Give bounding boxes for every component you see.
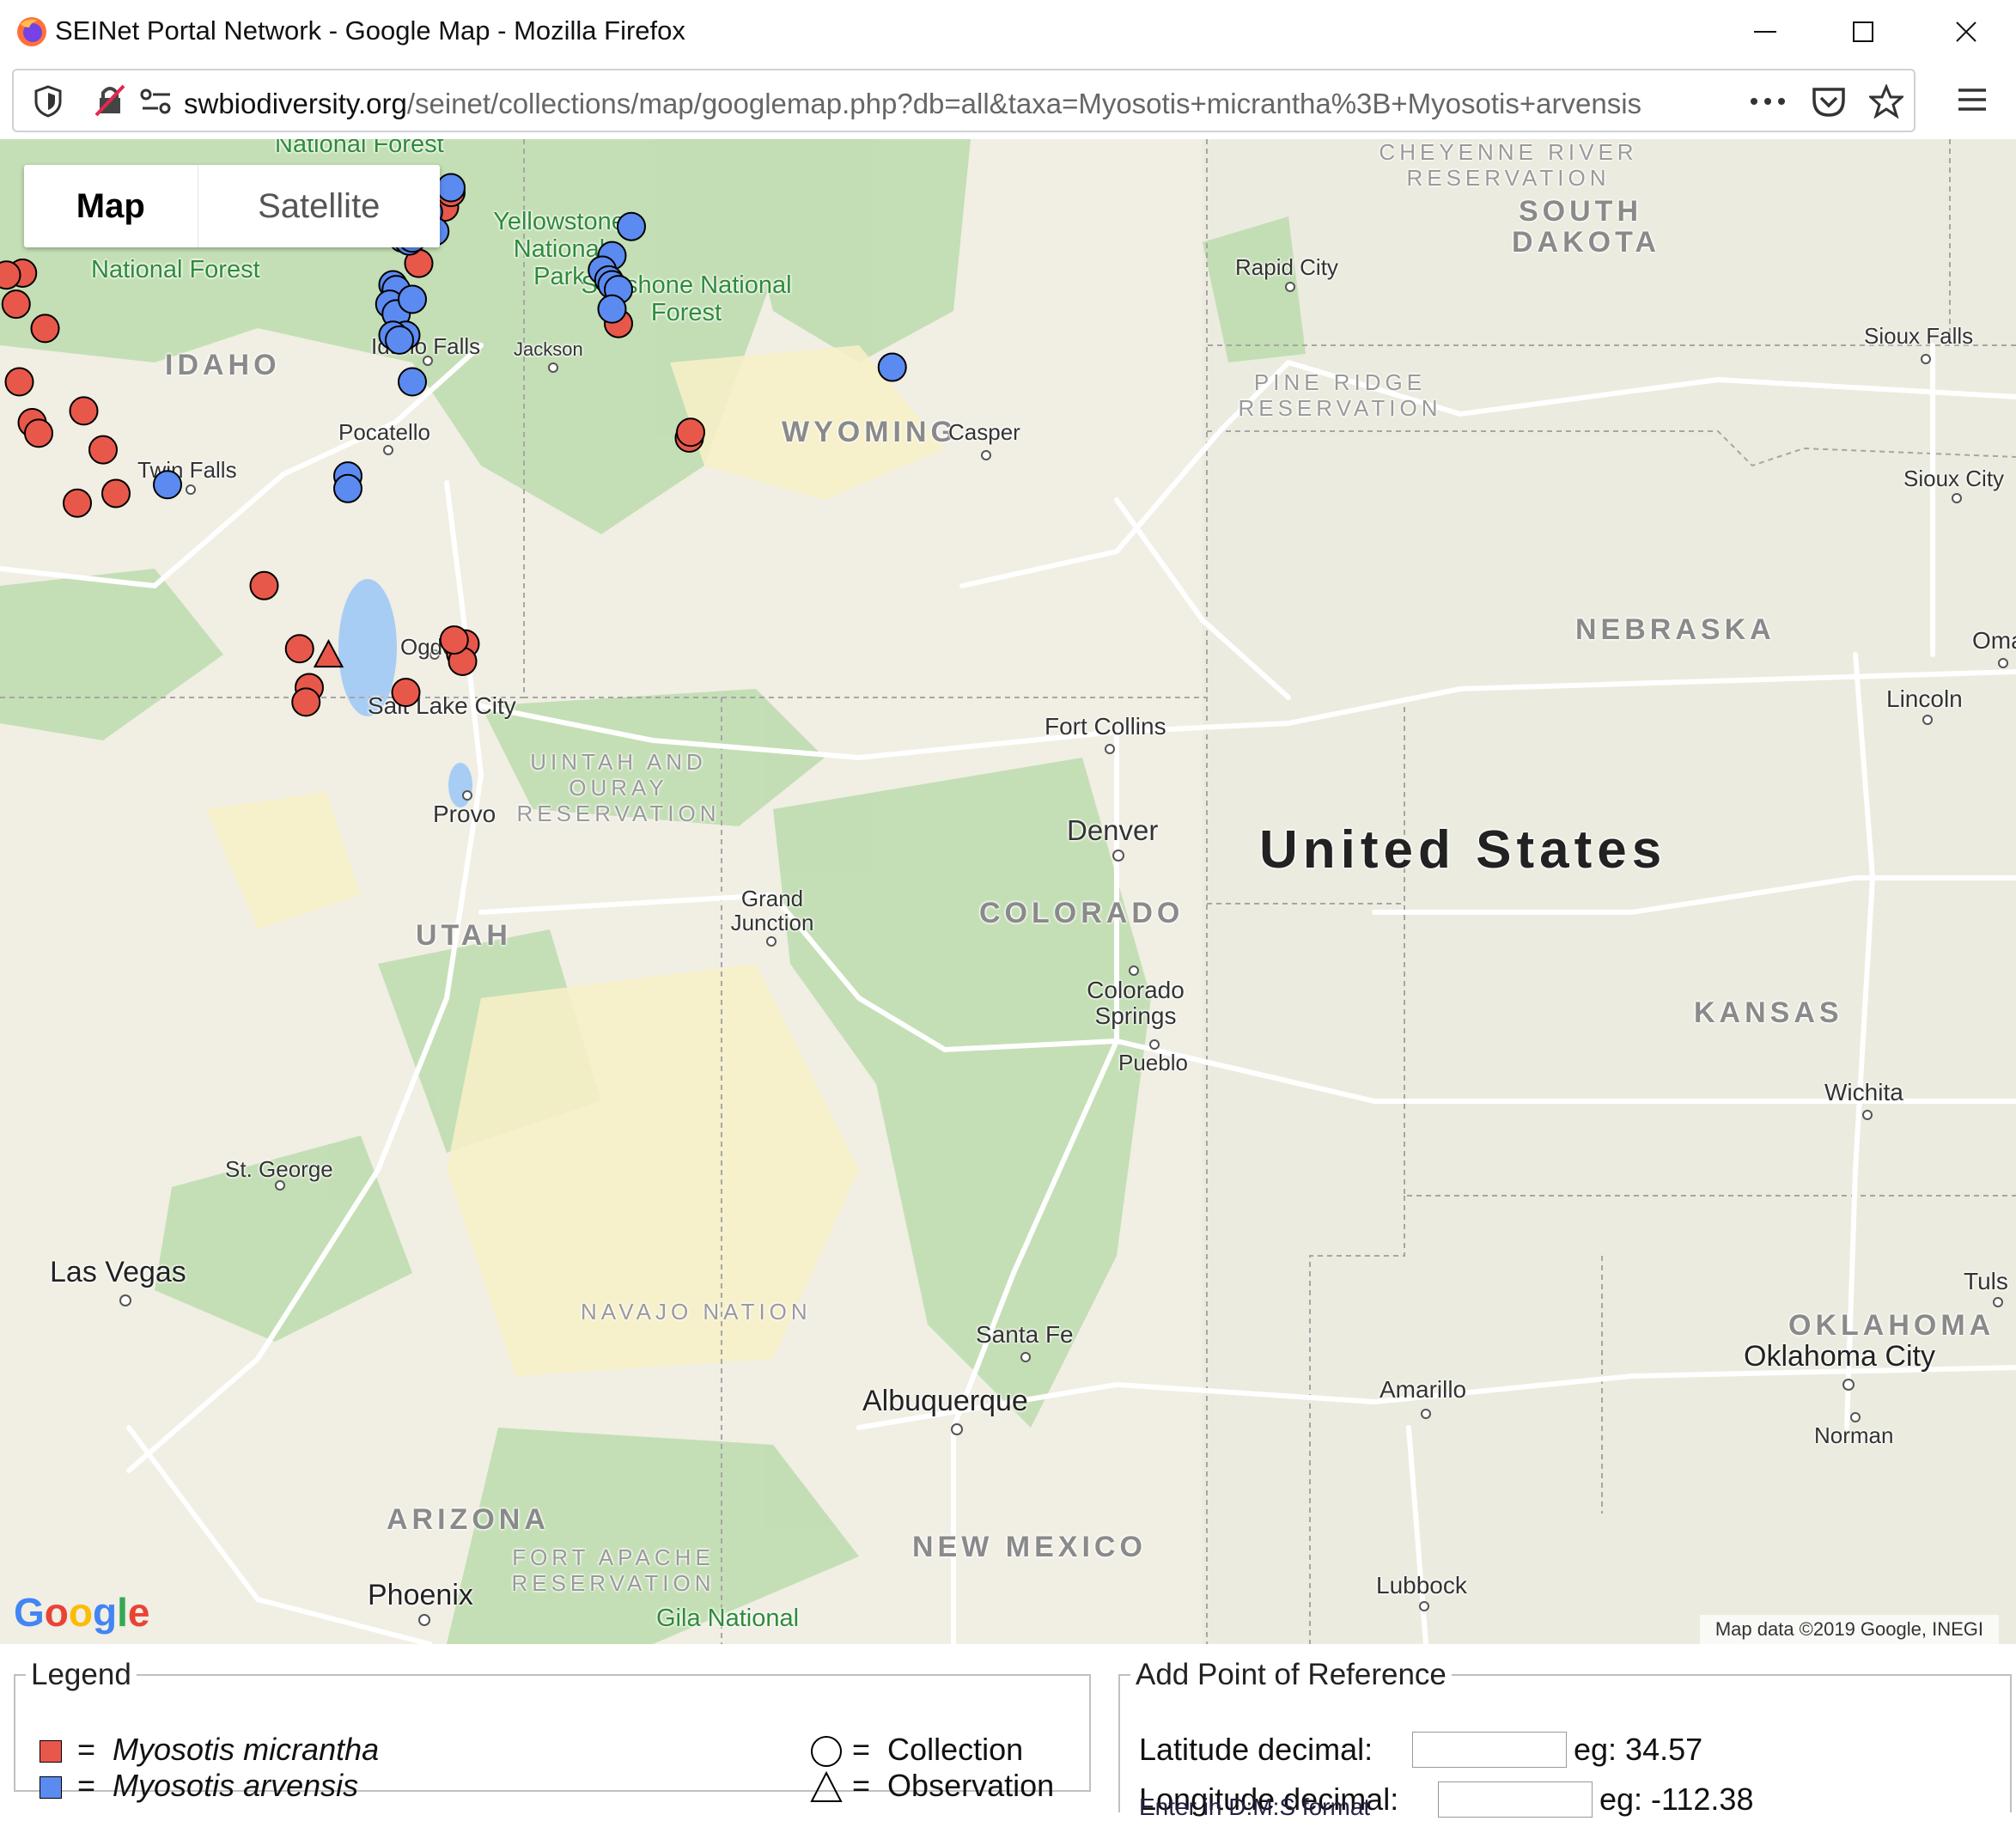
arvensis-collection-marker[interactable] — [153, 470, 182, 500]
micrantha-collection-marker[interactable] — [676, 417, 705, 448]
map-type-map-button[interactable]: Map — [24, 165, 198, 247]
arvensis-collection-marker[interactable] — [617, 211, 646, 241]
minimize-button[interactable] — [1723, 0, 1809, 64]
minimize-icon — [1754, 31, 1776, 33]
legend-eq: = — [77, 1732, 96, 1767]
map-type-satellite-button[interactable]: Satellite — [197, 165, 440, 247]
maximize-button[interactable] — [1821, 0, 1907, 64]
menu-hamburger-icon[interactable] — [1958, 88, 1986, 112]
legend-collection-label: Collection — [887, 1732, 1024, 1767]
legend-eq: = — [852, 1768, 871, 1803]
micrantha-collection-marker[interactable] — [291, 687, 321, 717]
specimen-markers — [0, 173, 907, 717]
legend-title: Legend — [31, 1658, 131, 1691]
reference-panel-title: Add Point of Reference — [1136, 1658, 1447, 1691]
legend-observation-label: Observation — [887, 1768, 1055, 1803]
url-path: /seinet/collections/map/googlemap.php?db… — [406, 88, 1642, 119]
window-titlebar: SEINet Portal Network - Google Map - Moz… — [0, 0, 2016, 64]
micrantha-collection-marker[interactable] — [69, 396, 99, 426]
arvensis-collection-marker[interactable] — [436, 173, 466, 203]
permissions-icon[interactable] — [139, 88, 174, 115]
legend-eq: = — [77, 1768, 96, 1803]
collection-circle-icon — [811, 1736, 842, 1768]
legend-arvensis-label: Myosotis arvensis — [113, 1768, 359, 1803]
legend-arvensis-row: = Myosotis arvensis — [40, 1768, 358, 1804]
micrantha-swatch — [40, 1740, 62, 1763]
arvensis-collection-marker[interactable] — [333, 473, 362, 503]
firefox-logo-icon — [17, 17, 46, 46]
legend-panel: Legend = Myosotis micrantha = Myosotis a… — [14, 1658, 1091, 1803]
legend-observation-row: = Observation — [809, 1768, 1054, 1805]
window-title: SEINet Portal Network - Google Map - Moz… — [55, 15, 685, 46]
arvensis-collection-marker[interactable] — [597, 294, 627, 324]
map-attribution: Map data ©2019 Google, INEGI — [1699, 1615, 1999, 1644]
latitude-example: eg: 34.57 — [1574, 1732, 1703, 1767]
tracking-protection-shield-icon[interactable] — [33, 84, 64, 119]
legend-collection-row: = Collection — [809, 1732, 1023, 1769]
micrantha-collection-marker[interactable] — [1, 289, 31, 320]
url-host: swbiodiversity.org — [184, 88, 407, 119]
close-window-button[interactable] — [1924, 0, 2010, 64]
micrantha-collection-marker[interactable] — [101, 478, 131, 509]
page-actions-icon[interactable] — [1749, 96, 1787, 107]
reference-point-panel: Add Point of Reference Latitude decimal:… — [1118, 1658, 2012, 1818]
latitude-label: Latitude decimal: — [1139, 1732, 1373, 1767]
close-icon — [1956, 21, 1976, 42]
arvensis-collection-marker[interactable] — [398, 284, 427, 314]
observation-triangle-icon — [810, 1771, 843, 1803]
legend-micrantha-row: = Myosotis micrantha — [40, 1732, 379, 1768]
micrantha-collection-marker[interactable] — [0, 260, 21, 290]
legend-micrantha-label: Myosotis micrantha — [113, 1732, 380, 1767]
url-bar[interactable]: swbiodiversity.org/seinet/collections/ma… — [12, 69, 1916, 132]
micrantha-observation-marker[interactable] — [313, 639, 344, 668]
maximize-icon — [1853, 21, 1873, 42]
micrantha-collection-marker[interactable] — [439, 625, 469, 655]
arvensis-collection-marker[interactable] — [398, 367, 427, 397]
micrantha-collection-marker[interactable] — [88, 435, 118, 465]
legend-eq: = — [852, 1732, 871, 1767]
dms-format-link[interactable]: Enter in D:M:S format — [1139, 1794, 1370, 1821]
latitude-input[interactable] — [1412, 1732, 1567, 1768]
google-logo[interactable]: Google — [14, 1589, 149, 1635]
arvensis-collection-marker[interactable] — [877, 352, 907, 382]
pocket-icon[interactable] — [1811, 86, 1847, 119]
map-type-control: Map Satellite — [24, 165, 440, 247]
micrantha-collection-marker[interactable] — [24, 418, 53, 448]
bookmark-star-icon[interactable] — [1869, 84, 1903, 119]
micrantha-collection-marker[interactable] — [391, 678, 421, 708]
google-map[interactable]: National Forest National Forest Yellowst… — [0, 139, 2016, 1644]
micrantha-collection-marker[interactable] — [4, 367, 34, 397]
arvensis-collection-marker[interactable] — [385, 325, 414, 355]
insecure-connection-icon[interactable] — [93, 82, 127, 119]
micrantha-collection-marker[interactable] — [30, 314, 60, 344]
micrantha-collection-marker[interactable] — [249, 570, 279, 600]
micrantha-collection-marker[interactable] — [284, 634, 314, 664]
url-text[interactable]: swbiodiversity.org/seinet/collections/ma… — [184, 88, 1641, 120]
micrantha-collection-marker[interactable] — [63, 488, 92, 518]
arvensis-swatch — [40, 1776, 62, 1800]
navigation-toolbar: swbiodiversity.org/seinet/collections/ma… — [0, 64, 2016, 139]
